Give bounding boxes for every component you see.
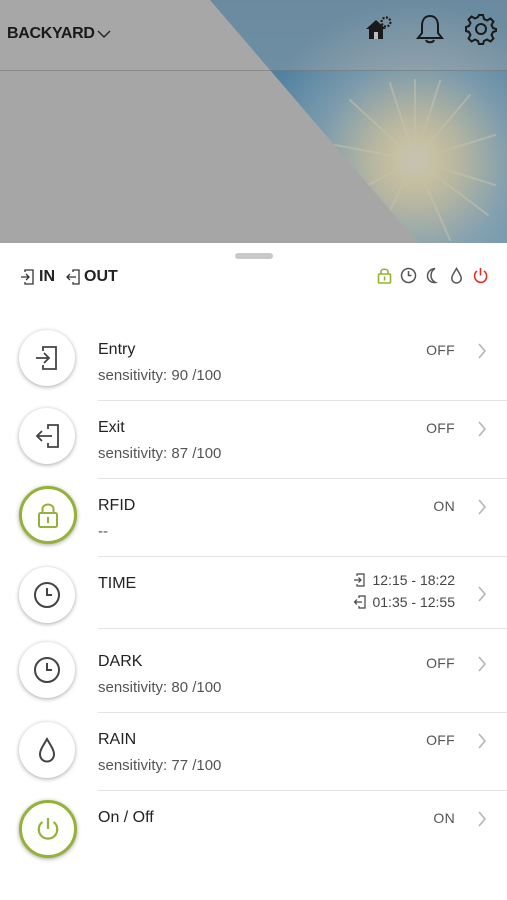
exit-icon [35, 424, 59, 448]
drop-icon [451, 267, 462, 284]
home-gear-icon [366, 16, 392, 39]
chevron-right-icon [478, 421, 487, 437]
entry-icon [21, 269, 34, 285]
exit-badge [19, 408, 75, 464]
exit-icon [66, 269, 80, 285]
row-state: ON [433, 810, 455, 826]
row-state: OFF [426, 655, 455, 671]
power-badge [19, 800, 77, 858]
row-subtitle: sensitivity: 90 /100 [98, 367, 222, 384]
entry-icon [354, 573, 366, 587]
lock-icon [377, 268, 392, 284]
list-item-rain[interactable]: RAIN sensitivity: 77 /100 OFF [0, 712, 507, 791]
bottom-sheet: IN OUT Entry sensitivity: 90 /100 OFF Ex… [0, 243, 507, 900]
row-subtitle: -- [98, 523, 108, 540]
row-subtitle: sensitivity: 80 /100 [98, 679, 222, 696]
chevron-right-icon [478, 733, 487, 749]
lock-icon [38, 503, 58, 528]
home-settings-button[interactable] [360, 11, 396, 47]
list-item-rfid[interactable]: RFID -- ON [0, 478, 507, 557]
drag-handle[interactable] [235, 253, 273, 259]
row-subtitle: sensitivity: 87 /100 [98, 445, 222, 462]
clock-icon [400, 267, 417, 284]
row-title: TIME [98, 575, 137, 592]
dark-badge [19, 642, 75, 698]
location-selector[interactable]: BACKYARD [7, 25, 111, 43]
gear-icon [465, 14, 497, 45]
entry-icon [36, 346, 57, 370]
clock-icon [34, 582, 60, 608]
out-label: OUT [84, 268, 118, 285]
row-state: OFF [426, 420, 455, 436]
row-state: OFF [426, 342, 455, 358]
list-item-power[interactable]: On / Off ON [0, 790, 507, 870]
chevron-down-icon [97, 30, 111, 38]
time-badge [19, 567, 75, 623]
notifications-button[interactable] [412, 11, 448, 47]
bell-icon [415, 14, 445, 44]
header-background: BACKYARD [0, 0, 507, 245]
list-item-entry[interactable]: Entry sensitivity: 90 /100 OFF [0, 322, 507, 401]
entry-badge [19, 330, 75, 386]
power-icon [473, 268, 488, 284]
list-item-time[interactable]: TIME 12:15 - 18:22 01:35 - 12:55 [0, 556, 507, 629]
row-state: ON [433, 498, 455, 514]
moon-icon [426, 267, 439, 284]
rfid-badge [19, 486, 77, 544]
status-icon-bar [376, 267, 489, 284]
row-title: DARK [98, 653, 143, 670]
in-time-range: 12:15 - 18:22 [353, 569, 455, 591]
row-state: OFF [426, 732, 455, 748]
clock-icon [34, 657, 60, 683]
rain-badge [19, 722, 75, 778]
in-time: 12:15 - 18:22 [372, 572, 455, 588]
row-title: RFID [98, 497, 136, 514]
location-name: BACKYARD [7, 25, 95, 42]
row-title: RAIN [98, 731, 137, 748]
settings-button[interactable] [463, 11, 499, 47]
chevron-right-icon [478, 811, 487, 827]
chevron-right-icon [478, 586, 487, 602]
in-out-legend: IN OUT [20, 268, 118, 286]
time-ranges: 12:15 - 18:22 01:35 - 12:55 [353, 569, 455, 613]
list-item-dark[interactable]: DARK sensitivity: 80 /100 OFF [0, 628, 507, 713]
row-title: On / Off [98, 809, 154, 826]
chevron-right-icon [478, 343, 487, 359]
out-time-range: 01:35 - 12:55 [353, 591, 455, 613]
chevron-right-icon [478, 499, 487, 515]
list-item-exit[interactable]: Exit sensitivity: 87 /100 OFF [0, 400, 507, 479]
power-icon [37, 818, 59, 840]
in-label: IN [39, 268, 55, 285]
row-subtitle: sensitivity: 77 /100 [98, 757, 222, 774]
drop-icon [38, 736, 56, 763]
row-title: Entry [98, 341, 136, 358]
exit-icon [354, 595, 367, 609]
out-time: 01:35 - 12:55 [372, 594, 455, 610]
chevron-right-icon [478, 656, 487, 672]
row-title: Exit [98, 419, 125, 436]
